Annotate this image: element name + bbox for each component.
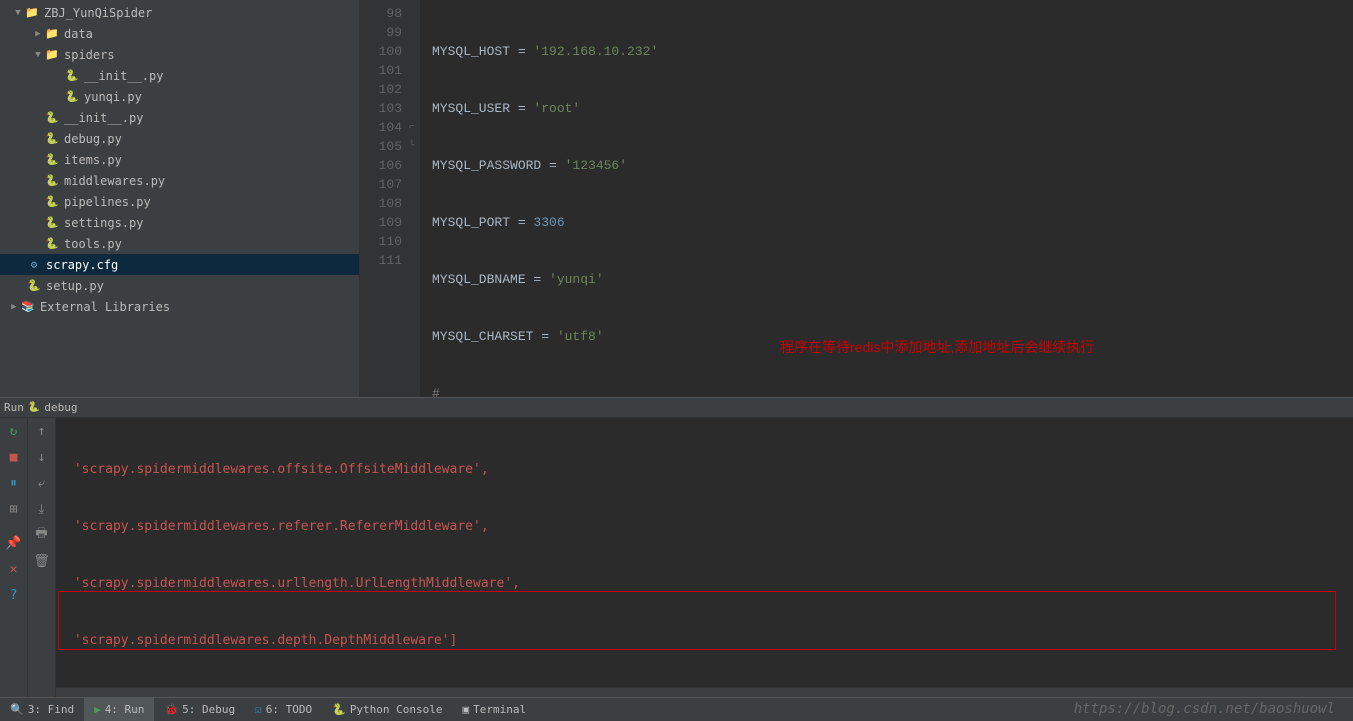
tree-pipelines[interactable]: 🐍 pipelines.py [0,191,359,212]
run-label: Run [4,401,24,414]
python-file-icon: 🐍 [44,173,60,189]
help-button[interactable]: ? [4,586,24,604]
tab-debug[interactable]: 🐞 5: Debug [154,698,245,721]
library-icon: 📚 [20,299,36,315]
tree-settings[interactable]: 🐍 settings.py [0,212,359,233]
stop-button[interactable]: ■ [4,448,24,466]
run-panel: Run 🐍 debug ↻ ■ ⏸ ⊞ 📌 ✕ ? ↑ ↓ ⤶ ⤓ 🖶 🗑 's… [0,397,1353,697]
python-file-icon: 🐍 [44,215,60,231]
tree-label: ZBJ_YunQiSpider [44,6,152,20]
rerun-button[interactable]: ↻ [4,422,24,440]
bottom-toolbar: 🔍 3: Find ▶ 4: Run 🐞 5: Debug ☑ 6: TODO … [0,697,1353,721]
tree-init[interactable]: 🐍 __init__.py [0,107,359,128]
fold-column[interactable]: ⌐└ [406,4,418,156]
tab-run[interactable]: ▶ 4: Run [84,698,154,721]
play-icon: ▶ [94,703,101,716]
tree-label: data [64,27,93,41]
watermark-text: https://blog.csdn.net/baoshuowl [1074,701,1335,717]
tab-terminal[interactable]: ▣ Terminal [453,698,537,721]
python-file-icon: 🐍 [44,152,60,168]
soft-wrap-button[interactable]: ⤶ [32,474,52,492]
pin-button[interactable]: 📌 [4,534,24,552]
config-file-icon: ⚙ [26,257,42,273]
tree-label: settings.py [64,216,143,230]
pause-button[interactable]: ⏸ [4,474,24,492]
todo-icon: ☑ [255,703,262,716]
folder-icon: 📁 [44,47,60,63]
python-icon: 🐍 [332,703,346,716]
clear-button[interactable]: 🗑 [32,552,52,570]
close-button[interactable]: ✕ [4,560,24,578]
run-panel-header[interactable]: Run 🐍 debug [0,398,1353,418]
python-file-icon: 🐍 [64,89,80,105]
python-file-icon: 🐍 [44,110,60,126]
tree-items[interactable]: 🐍 items.py [0,149,359,170]
tree-label: pipelines.py [64,195,151,209]
chevron-down-icon[interactable]: ▼ [12,8,24,18]
tree-scrapy-cfg[interactable]: ⚙ scrapy.cfg [0,254,359,275]
main-area: ▼ 📁 ZBJ_YunQiSpider ▶ 📁 data ▼ 📁 spiders… [0,0,1353,397]
tab-todo[interactable]: ☑ 6: TODO [245,698,322,721]
terminal-icon: ▣ [463,703,470,716]
search-icon: 🔍 [10,703,24,716]
tree-data-folder[interactable]: ▶ 📁 data [0,23,359,44]
tree-label: __init__.py [64,111,143,125]
restore-layout-button[interactable]: ⊞ [4,500,24,518]
python-icon: 🐍 [28,402,40,413]
horizontal-scrollbar[interactable] [56,687,1353,697]
tree-label: yunqi.py [84,90,142,104]
tree-label: __init__.py [84,69,163,83]
chevron-down-icon[interactable]: ▼ [32,50,44,60]
tab-find[interactable]: 🔍 3: Find [0,698,84,721]
tree-middlewares[interactable]: 🐍 middlewares.py [0,170,359,191]
tree-label: spiders [64,48,115,62]
down-button[interactable]: ↓ [32,448,52,466]
print-button[interactable]: 🖶 [32,526,52,544]
tree-spiders-folder[interactable]: ▼ 📁 spiders [0,44,359,65]
code-editor[interactable]: 98 99 100 101 102 103 104 105 106 107 10… [360,0,1353,397]
highlight-box [58,591,1336,650]
folder-icon: 📁 [44,26,60,42]
tab-python-console[interactable]: 🐍 Python Console [322,698,452,721]
project-tree[interactable]: ▼ 📁 ZBJ_YunQiSpider ▶ 📁 data ▼ 📁 spiders… [0,0,360,397]
python-file-icon: 🐍 [44,131,60,147]
tree-label: scrapy.cfg [46,258,118,272]
python-file-icon: 🐍 [26,278,42,294]
python-file-icon: 🐍 [44,194,60,210]
tree-root[interactable]: ▼ 📁 ZBJ_YunQiSpider [0,2,359,23]
tree-setup[interactable]: 🐍 setup.py [0,275,359,296]
run-toolbar-right: ↑ ↓ ⤶ ⤓ 🖶 🗑 [28,418,56,697]
tree-label: debug.py [64,132,122,146]
tree-spiders-init[interactable]: 🐍 __init__.py [0,65,359,86]
python-file-icon: 🐍 [44,236,60,252]
scroll-to-end-button[interactable]: ⤓ [32,500,52,518]
tree-spiders-yunqi[interactable]: 🐍 yunqi.py [0,86,359,107]
tree-external-libraries[interactable]: ▶ 📚 External Libraries [0,296,359,317]
run-config-name: debug [44,401,77,414]
bug-icon: 🐞 [164,703,178,716]
tree-label: External Libraries [40,300,170,314]
chevron-right-icon[interactable]: ▶ [32,29,44,39]
tree-label: middlewares.py [64,174,165,188]
chevron-right-icon[interactable]: ▶ [8,302,20,312]
tree-label: tools.py [64,237,122,251]
console-output[interactable]: 'scrapy.spidermiddlewares.offsite.Offsit… [56,418,1353,697]
tree-tools[interactable]: 🐍 tools.py [0,233,359,254]
run-toolbar-left: ↻ ■ ⏸ ⊞ 📌 ✕ ? [0,418,28,697]
folder-icon: 📁 [24,5,40,21]
editor-gutter: 98 99 100 101 102 103 104 105 106 107 10… [360,0,420,397]
up-button[interactable]: ↑ [32,422,52,440]
tree-label: setup.py [46,279,104,293]
tree-label: items.py [64,153,122,167]
annotation-text: 程序在等待redis中添加地址,添加地址后会继续执行 [780,337,1094,357]
tree-debug[interactable]: 🐍 debug.py [0,128,359,149]
python-file-icon: 🐍 [64,68,80,84]
